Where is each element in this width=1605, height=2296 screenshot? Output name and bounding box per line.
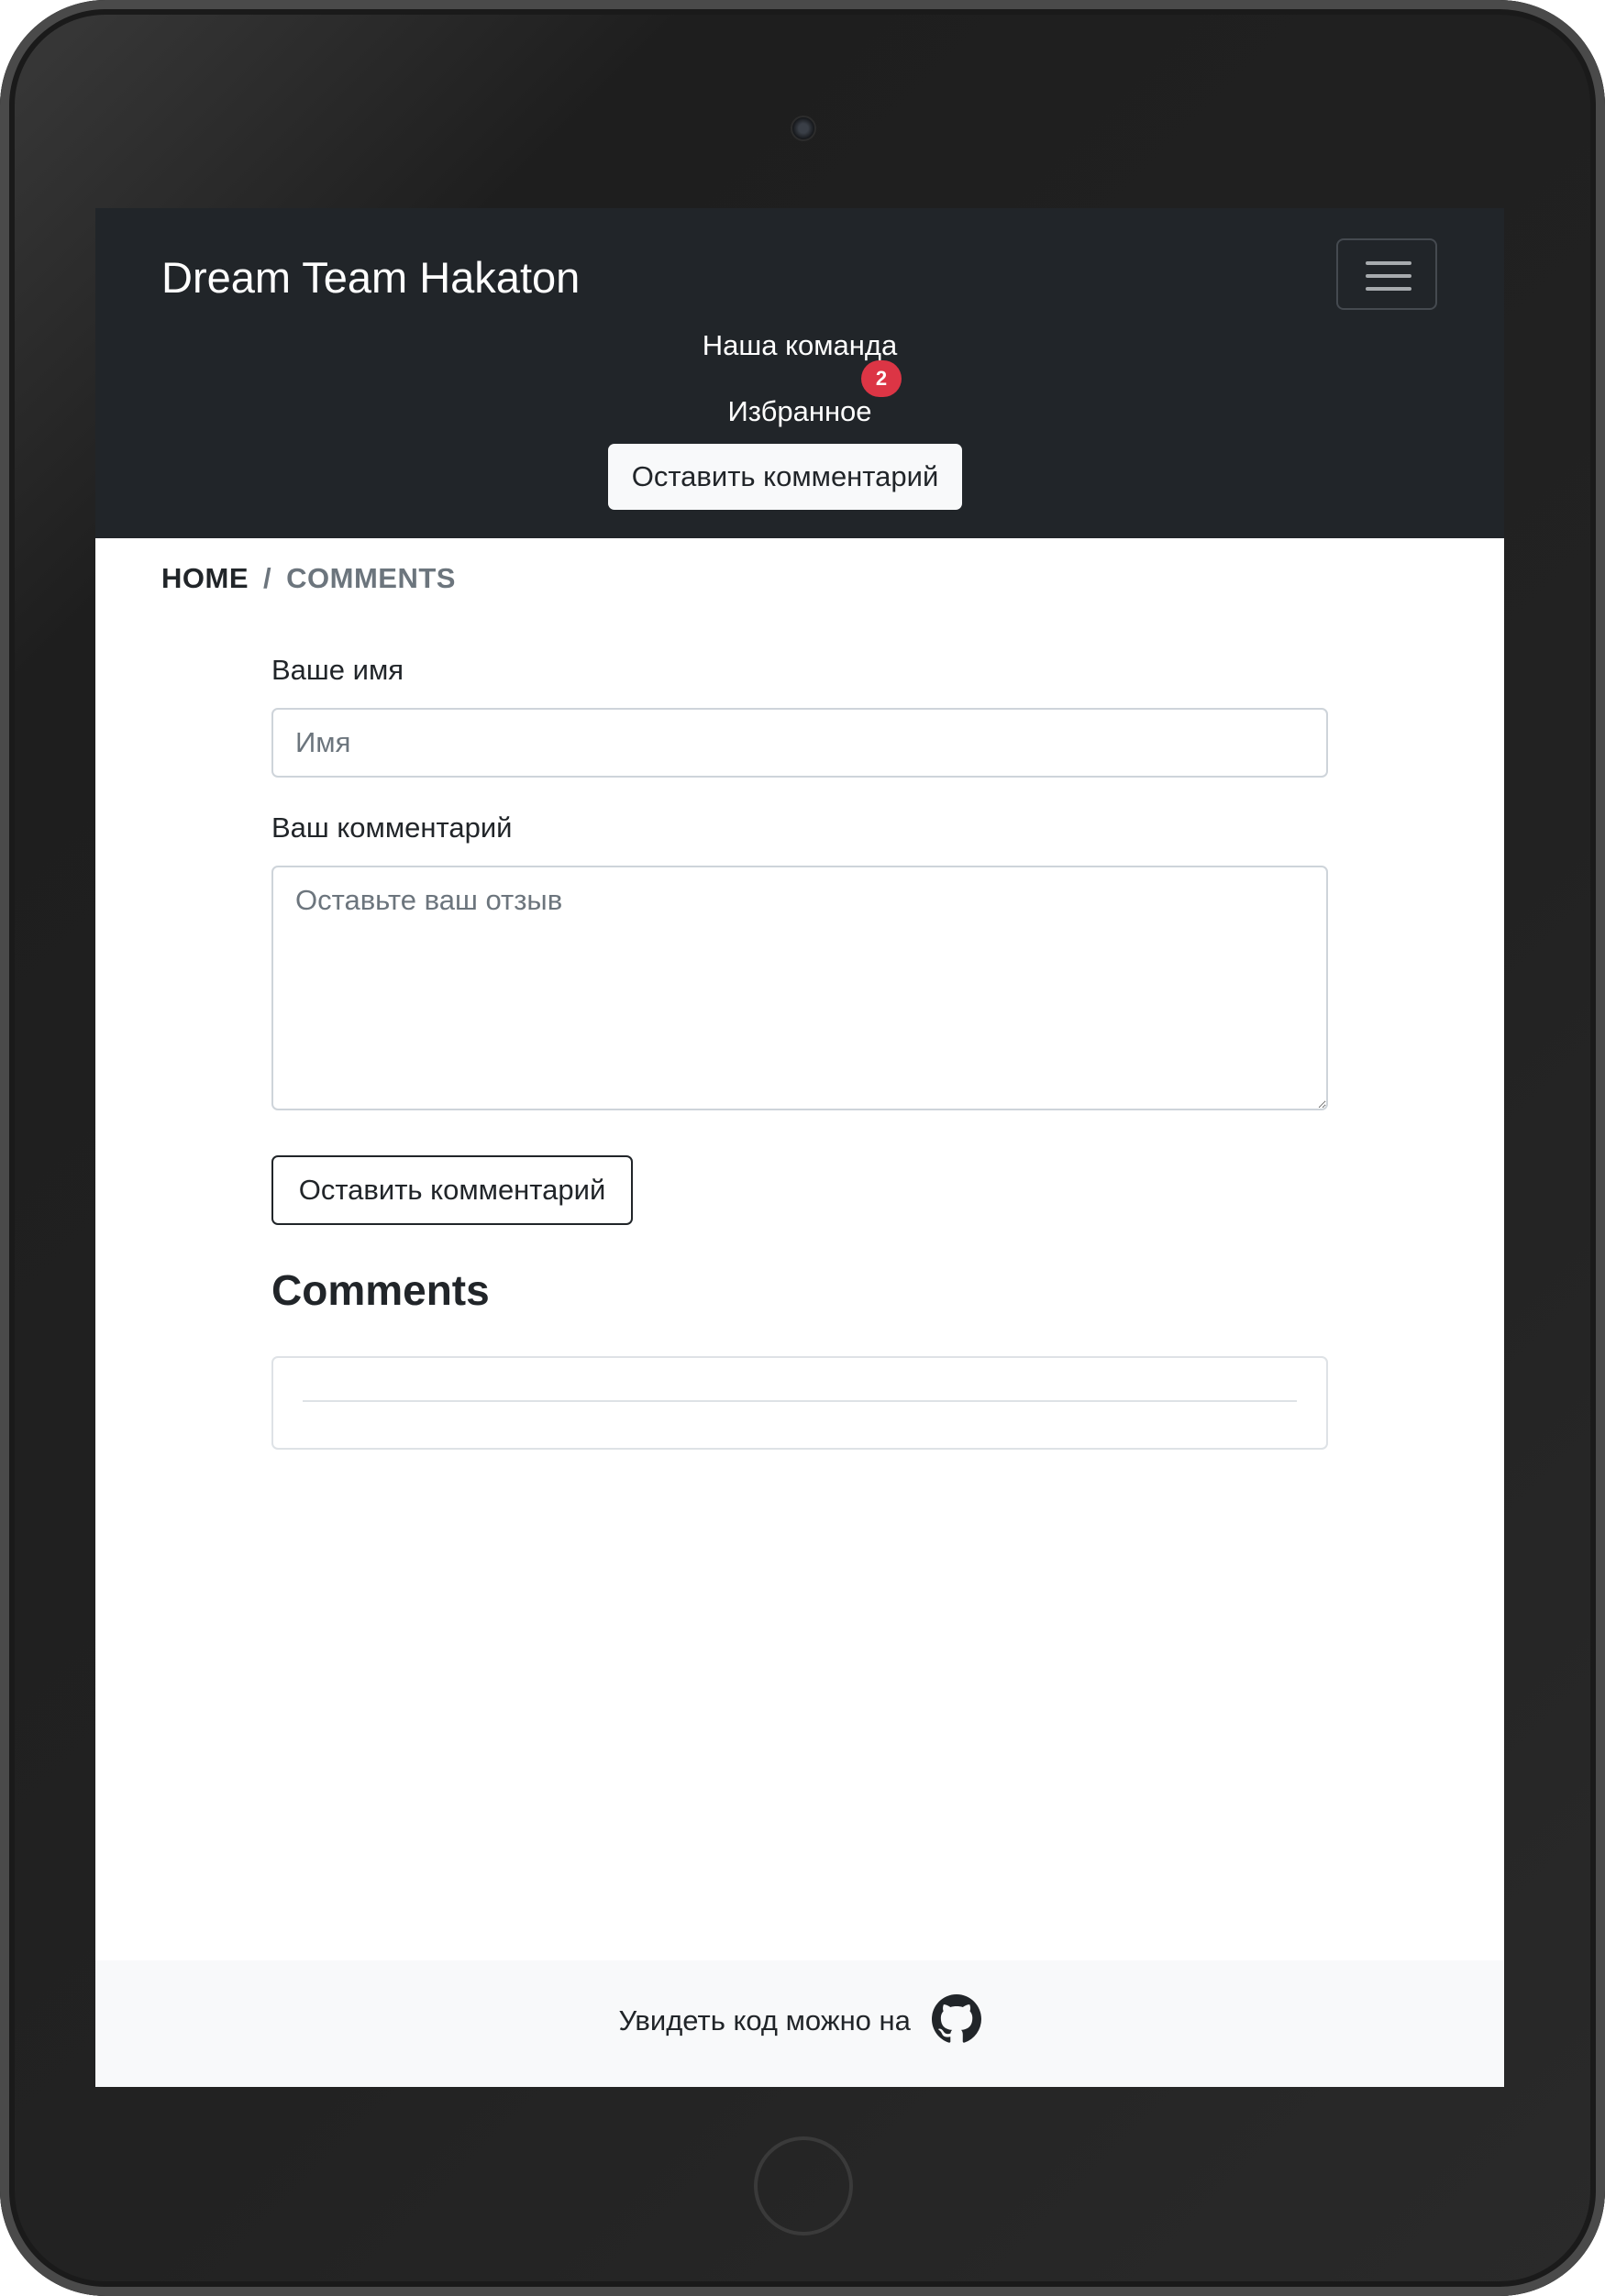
breadcrumb-current: COMMENTS: [286, 562, 456, 594]
home-button[interactable]: [754, 2136, 853, 2235]
navbar-toggler-button[interactable]: [1336, 238, 1437, 310]
footer-content: Увидеть код можно на: [95, 1993, 1504, 2048]
navbar: Dream Team Hakaton Наша команда 2 Избран…: [95, 208, 1504, 538]
favorites-count-badge: 2: [861, 360, 902, 397]
brand-link[interactable]: Dream Team Hakaton: [161, 250, 580, 305]
breadcrumb: HOME / COMMENTS: [161, 557, 456, 601]
github-icon[interactable]: [931, 1993, 981, 2044]
camera-icon: [791, 116, 816, 141]
nav-link-team[interactable]: Наша команда: [95, 327, 1504, 364]
hamburger-bar: [1366, 274, 1411, 278]
footer: Увидеть код можно на: [95, 1960, 1504, 2087]
hamburger-menu-icon: [1366, 261, 1411, 265]
tablet-frame: Dream Team Hakaton Наша команда 2 Избран…: [0, 0, 1605, 2296]
comments-list: [271, 1356, 1328, 1450]
submit-comment-button[interactable]: Оставить комментарий: [271, 1155, 633, 1225]
breadcrumb-home-link[interactable]: HOME: [161, 562, 249, 594]
nav-link-favorites[interactable]: Избранное: [95, 393, 1504, 430]
name-input[interactable]: [271, 708, 1328, 778]
leave-comment-nav-button[interactable]: Оставить комментарий: [608, 444, 962, 510]
footer-text: Увидеть код можно на: [618, 2004, 911, 2037]
breadcrumb-separator: /: [263, 562, 272, 594]
screen: Dream Team Hakaton Наша команда 2 Избран…: [95, 208, 1504, 2087]
comments-heading: Comments: [271, 1266, 490, 1314]
comment-textarea[interactable]: [271, 866, 1328, 1110]
name-label: Ваше имя: [271, 654, 404, 686]
comment-label: Ваш комментарий: [271, 811, 513, 844]
divider: [303, 1400, 1297, 1402]
hamburger-bar: [1366, 287, 1411, 291]
